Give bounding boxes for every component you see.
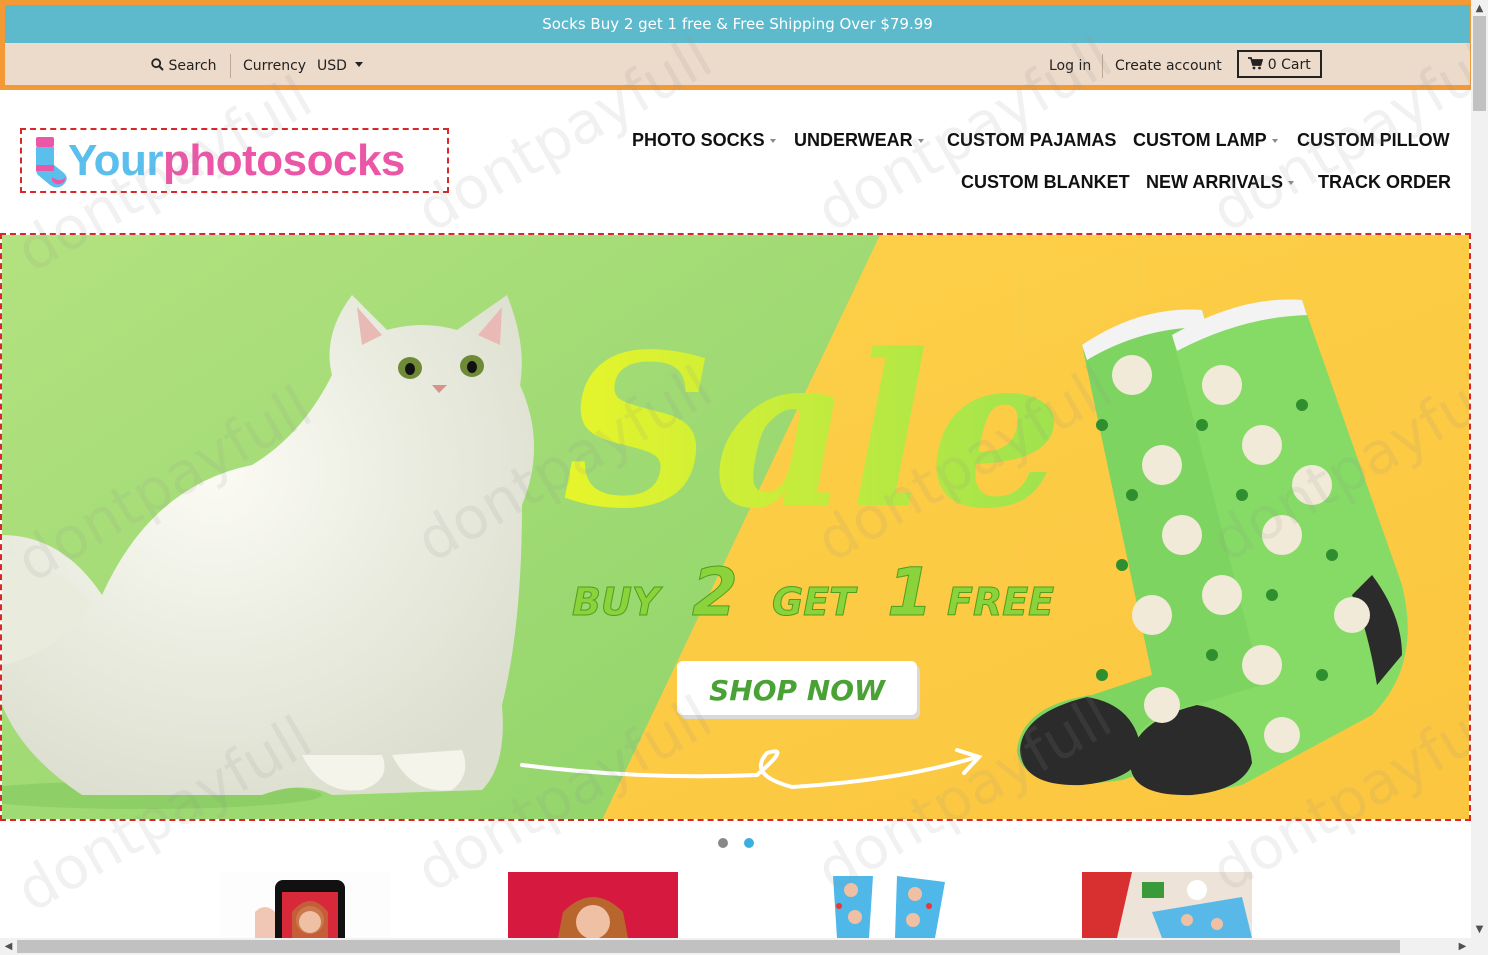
product-thumbnail[interactable] [795,872,965,938]
product-thumbnail[interactable] [1082,872,1252,938]
sock-icon [36,137,67,188]
nav-label: PHOTO SOCKS [632,130,765,150]
product-thumbnail[interactable] [508,872,678,938]
shop-now-button[interactable]: SHOP NOW [677,661,920,719]
nav-label: TRACK ORDER [1318,172,1451,192]
slider-dot-2[interactable] [744,838,754,848]
product-image [1082,872,1252,938]
nav-label: CUSTOM BLANKET [961,172,1130,192]
cart-icon [1248,57,1264,70]
page: Socks Buy 2 get 1 free & Free Shipping O… [0,0,1471,955]
hero-illustration: Sale BUY 2 GET 1 FREE SHOP NOW [2,235,1469,819]
nav-track-order[interactable]: TRACK ORDER [1318,170,1451,194]
logo-text-part1: Your [68,136,163,185]
search-link[interactable]: Search [151,43,217,85]
slider-dot-1[interactable] [718,838,728,848]
scroll-right-icon[interactable]: ▶ [1454,938,1471,955]
nav-new-arrivals[interactable]: NEW ARRIVALS [1146,170,1294,194]
vertical-scrollbar-thumb[interactable] [1473,16,1486,111]
nav-label: CUSTOM LAMP [1133,130,1267,150]
nav-photo-socks[interactable]: PHOTO SOCKS [632,128,776,152]
search-label: Search [168,58,217,74]
nav-custom-pillow[interactable]: CUSTOM PILLOW [1297,128,1450,152]
slider-dots [0,838,1471,850]
chevron-down-icon [769,139,776,144]
nav-underwear[interactable]: UNDERWEAR [794,128,924,152]
shop-now-label: SHOP NOW [709,674,886,707]
divider [230,54,231,78]
scroll-down-icon[interactable]: ▼ [1471,921,1488,938]
logo-text-part2: photosocks [162,136,405,185]
chevron-down-icon [917,139,924,144]
scroll-left-icon[interactable]: ◀ [0,938,17,955]
currency-label: Currency [243,58,307,74]
nav-label: CUSTOM PAJAMAS [947,130,1117,150]
nav-custom-blanket[interactable]: CUSTOM BLANKET [961,170,1130,194]
logo-text: Yourphotosocks [68,136,405,186]
cart-button[interactable]: 0 Cart [1237,50,1322,78]
scroll-up-icon[interactable]: ▲ [1471,0,1488,17]
promo-word: GET [772,580,858,624]
promo-banner[interactable]: Socks Buy 2 get 1 free & Free Shipping O… [5,5,1470,43]
product-image [255,880,345,938]
horizontal-scrollbar-thumb[interactable] [17,940,1400,953]
chevron-down-icon [354,62,363,67]
nav-custom-lamp[interactable]: CUSTOM LAMP [1133,128,1278,152]
site-logo[interactable]: Yourphotosocks [20,128,449,193]
cart-label: 0 Cart [1267,57,1311,73]
product-thumbnail[interactable] [220,872,390,938]
promo-word: 2 [692,554,738,631]
currency-value: USD [317,58,347,74]
hero-slide[interactable]: Sale BUY 2 GET 1 FREE SHOP NOW [0,233,1471,821]
nav-custom-pajamas[interactable]: CUSTOM PAJAMAS [947,128,1116,152]
promo-word: BUY [572,580,663,624]
promo-word: FREE [947,580,1054,624]
product-image [833,876,945,938]
search-icon [151,58,164,71]
utility-bar: Search Currency USD Log in Create accoun… [5,43,1470,85]
nav-label: CUSTOM PILLOW [1297,130,1450,150]
sale-headline: Sale [562,308,1063,555]
divider [1102,54,1103,78]
vertical-scrollbar[interactable] [1471,0,1488,955]
promo-word: 1 [887,554,933,631]
top-bar: Socks Buy 2 get 1 free & Free Shipping O… [0,0,1471,90]
product-image [558,897,628,938]
login-link[interactable]: Log in [1049,43,1091,85]
chevron-down-icon [1271,139,1278,144]
currency-select[interactable]: USD [317,43,363,85]
create-account-link[interactable]: Create account [1115,43,1222,85]
nav-label: UNDERWEAR [794,130,913,150]
nav-label: NEW ARRIVALS [1146,172,1283,192]
chevron-down-icon [1288,181,1294,186]
